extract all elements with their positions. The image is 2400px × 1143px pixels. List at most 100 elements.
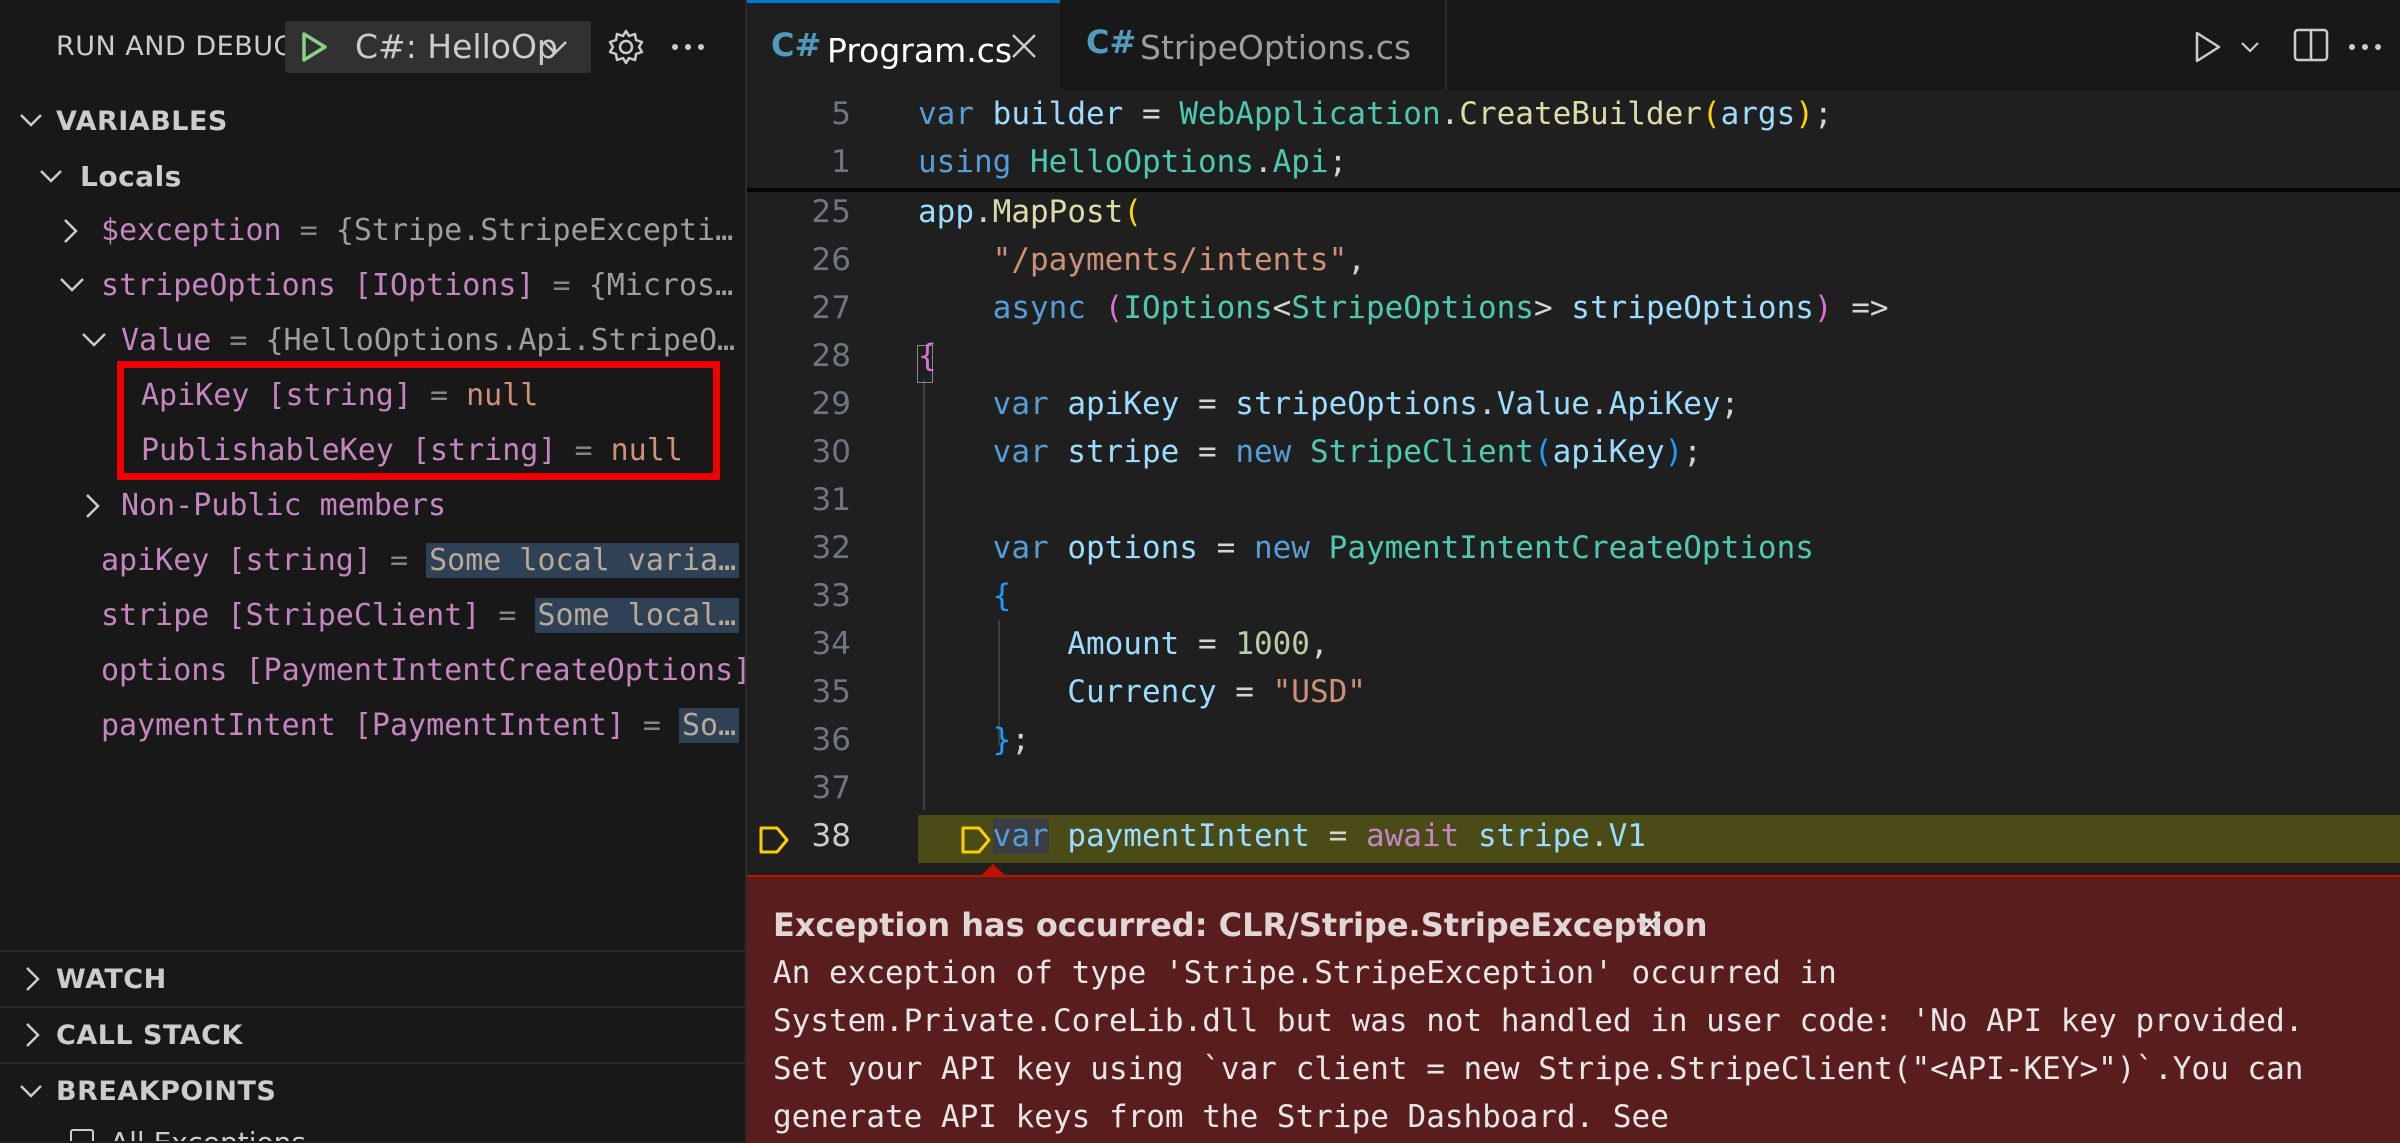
line-number: 27 (811, 290, 851, 326)
exception-message-line: System.Private.CoreLib.dll but was not h… (773, 1003, 2304, 1039)
breakpoints-section-header[interactable]: BREAKPOINTS (0, 1064, 745, 1119)
line-number: 28 (811, 338, 851, 374)
variable-stripe[interactable]: stripe [StripeClient] = Some local… (0, 588, 745, 643)
null-values-highlight-box (117, 361, 720, 480)
variable-type: [PaymentIntentCreateOptions] (227, 653, 745, 688)
chevron-down-icon (82, 333, 106, 347)
variable-name: Value (121, 323, 212, 358)
variable-eq: = (211, 323, 266, 358)
watch-section-header[interactable]: WATCH (0, 952, 745, 1007)
variable-value: Some local… (534, 598, 740, 633)
code-line: 33 { (747, 572, 2400, 620)
run-icon[interactable] (2190, 28, 2224, 66)
sticky-scroll-header[interactable]: 5 var builder = WebApplication.CreateBui… (747, 90, 2400, 188)
split-editor-icon[interactable] (2292, 26, 2330, 64)
code-line: 30 var stripe = new StripeClient(apiKey)… (747, 428, 2400, 476)
non-public-members-label: Non-Public members (121, 488, 447, 523)
chevron-down-icon[interactable] (2239, 40, 2261, 56)
csharp-file-icon: C# (771, 26, 822, 64)
code-line: 25 app.MapPost( (747, 188, 2400, 236)
line-number: 1 (831, 144, 851, 180)
breakpoints-section-label: BREAKPOINTS (56, 1076, 277, 1107)
current-statement-arrow-icon[interactable] (757, 824, 791, 856)
variable-type: [IOptions] (335, 268, 535, 303)
variable-value: So… (678, 708, 740, 743)
code-line: 34 Amount = 1000, (747, 620, 2400, 668)
variable-eq: = (281, 213, 336, 248)
variable-eq: = (534, 268, 589, 303)
variable-type: [StripeClient] (209, 598, 481, 633)
csharp-file-icon: C# (1086, 23, 1137, 61)
chevron-right-icon (26, 1023, 40, 1047)
watch-section-label: WATCH (56, 964, 167, 995)
tab-stripe-options-cs[interactable]: C# StripeOptions.cs (1062, 0, 1447, 90)
play-icon (302, 32, 327, 62)
variable-exception[interactable]: $exception = {Stripe.StripeExcepti… (0, 203, 745, 258)
exception-message-line: An exception of type 'Stripe.StripeExcep… (773, 955, 1837, 991)
variable-name: stripeOptions (101, 268, 336, 303)
variable-value: Some local varia… (426, 543, 740, 578)
call-stack-section-header[interactable]: CALL STACK (0, 1008, 745, 1063)
line-number: 32 (811, 530, 851, 566)
breakpoint-item-all-exceptions[interactable]: All Exceptions (0, 1119, 745, 1141)
close-icon[interactable] (1008, 30, 1040, 62)
checkbox[interactable] (70, 1129, 94, 1141)
run-and-debug-header: RUN AND DEBUG C#: HelloOp (0, 0, 745, 92)
more-actions-icon[interactable] (2345, 30, 2385, 64)
line-number: 33 (811, 578, 851, 614)
sticky-line[interactable]: 5 var builder = WebApplication.CreateBui… (747, 90, 2400, 138)
start-debugging-button[interactable] (292, 26, 334, 68)
non-public-members[interactable]: Non-Public members (0, 478, 745, 533)
variables-section-label: VARIABLES (56, 106, 228, 137)
sidebar-title: RUN AND DEBUG (56, 31, 295, 62)
line-number: 5 (831, 96, 851, 132)
run-and-debug-sidebar: RUN AND DEBUG C#: HelloOp VARIABLES Loca… (0, 0, 745, 1141)
code-line: 35 Currency = "USD" (747, 668, 2400, 716)
variable-eq: = (480, 598, 535, 633)
code-line: 27 async (IOptions<StripeOptions> stripe… (747, 284, 2400, 332)
code-line: 26 "/payments/intents", (747, 236, 2400, 284)
variable-payment-intent[interactable]: paymentIntent [PaymentIntent] = So… (0, 698, 745, 753)
variable-name: stripe (101, 598, 210, 633)
exception-message-line: Set your API key using `var client = new… (773, 1051, 2304, 1087)
variable-eq: = (371, 543, 427, 578)
variable-name: options (101, 653, 228, 688)
chevron-right-icon (64, 219, 78, 243)
line-number: 31 (811, 482, 851, 518)
variable-value: {Micros… (588, 268, 734, 303)
exception-message-line: generate API keys from the Stripe Dashbo… (773, 1099, 1669, 1135)
inline-statement-arrow-icon (961, 826, 991, 854)
chevron-down-icon (60, 278, 84, 292)
line-number: 35 (811, 674, 851, 710)
variable-apikey[interactable]: apiKey [string] = Some local varia… (0, 533, 745, 588)
debug-config-label: C#: HelloOp (355, 27, 558, 66)
sticky-scroll-shadow (747, 188, 2400, 192)
variable-options[interactable]: options [PaymentIntentCreateOptions] (0, 643, 745, 698)
debug-config-select[interactable]: C#: HelloOp (352, 21, 588, 73)
locals-label: Locals (80, 160, 182, 193)
sticky-line[interactable]: 1 using HelloOptions.Api; (747, 138, 2400, 186)
locals-scope[interactable]: Locals (0, 148, 745, 203)
code-line: 31 (747, 476, 2400, 524)
more-actions-icon[interactable] (668, 30, 708, 64)
variable-name: apiKey (101, 543, 210, 578)
code-line: 32 var options = new PaymentIntentCreate… (747, 524, 2400, 572)
line-number: 25 (811, 194, 851, 230)
chevron-down-icon (543, 41, 567, 55)
call-stack-section-label: CALL STACK (56, 1020, 243, 1051)
gear-icon[interactable] (606, 27, 646, 67)
chevron-right-icon (86, 494, 100, 518)
variables-section-header[interactable]: VARIABLES (0, 92, 745, 147)
close-icon[interactable] (1635, 909, 1665, 939)
variable-value-node[interactable]: Value = {HelloOptions.Api.StripeO… (0, 313, 745, 368)
code-line: 36 }; (747, 716, 2400, 764)
variable-value: {Stripe.StripeExcepti… (335, 213, 734, 248)
variable-name: paymentIntent (101, 708, 336, 743)
variable-name: $exception (101, 213, 282, 248)
line-number: 26 (811, 242, 851, 278)
line-number: 37 (811, 770, 851, 806)
variable-value: {HelloOptions.Api.StripeO… (265, 323, 736, 358)
chevron-down-icon (20, 114, 42, 127)
line-number: 30 (811, 434, 851, 470)
variable-stripe-options[interactable]: stripeOptions [IOptions] = {Micros… (0, 258, 745, 313)
